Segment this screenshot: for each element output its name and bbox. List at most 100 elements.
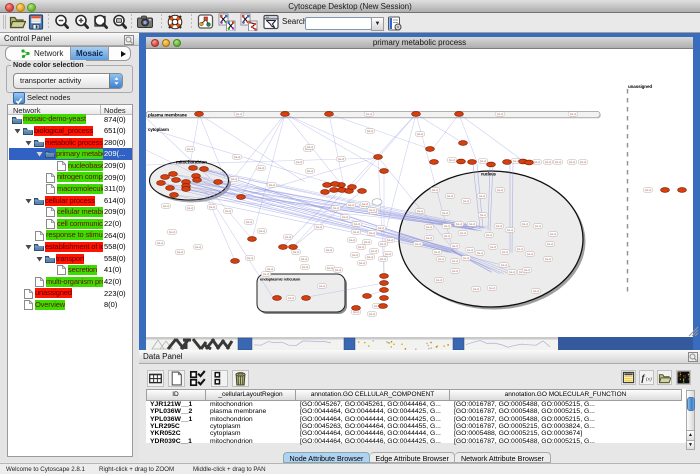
svg-text:(xx-x): (xx-x)	[369, 312, 376, 316]
svg-text:(xx-x): (xx-x)	[259, 229, 266, 233]
svg-text:(xx-x): (xx-x)	[480, 159, 487, 163]
svg-text:(xx-x): (xx-x)	[246, 220, 253, 224]
svg-text:mitochondrion: mitochondrion	[176, 160, 207, 165]
svg-text:(xx-x): (xx-x)	[234, 155, 241, 159]
svg-text:(xx-x): (xx-x)	[348, 203, 355, 207]
svg-text:(xx-x): (xx-x)	[319, 284, 326, 288]
svg-text:(xx-x): (xx-x)	[335, 268, 342, 272]
svg-text:(xx-x): (xx-x)	[187, 206, 194, 210]
svg-text:nucleus: nucleus	[481, 172, 497, 177]
svg-text:endoplasmic reticulum: endoplasmic reticulum	[260, 277, 301, 282]
svg-text:(xx-x): (xx-x)	[302, 265, 309, 269]
svg-text:(xx-x): (xx-x)	[477, 251, 484, 255]
svg-text:(xx-x): (xx-x)	[452, 244, 459, 248]
svg-text:(xx-x): (xx-x)	[533, 289, 540, 293]
svg-text:(xx-x): (xx-x)	[490, 245, 497, 249]
svg-text:(xx-x): (xx-x)	[486, 233, 493, 237]
svg-text:(xx-x): (xx-x)	[469, 222, 476, 226]
svg-text:(xx-x): (xx-x)	[524, 268, 531, 272]
svg-text:(xx-x): (xx-x)	[447, 194, 454, 198]
svg-text:(xx-x): (xx-x)	[247, 256, 254, 260]
svg-text:(xx-x): (xx-x)	[507, 228, 514, 232]
svg-text:(xx-x): (xx-x)	[288, 296, 295, 300]
svg-text:(xx-x): (xx-x)	[497, 188, 504, 192]
svg-text:(xx-x): (xx-x)	[296, 160, 303, 164]
svg-text:cytoplasm: cytoplasm	[148, 127, 169, 132]
svg-text:(xx-x): (xx-x)	[473, 287, 480, 291]
svg-text:(xx-x): (xx-x)	[285, 235, 292, 239]
svg-text:(xx-x): (xx-x)	[316, 225, 323, 229]
svg-text:(xx-x): (xx-x)	[371, 249, 378, 253]
svg-text:(xx-x): (xx-x)	[387, 238, 394, 242]
svg-text:(xx-x): (xx-x)	[463, 199, 470, 203]
svg-text:(xx-x): (xx-x)	[258, 166, 265, 170]
svg-text:(xx-x): (xx-x)	[436, 278, 443, 282]
svg-text:(xx-x): (xx-x)	[187, 147, 194, 151]
svg-text:(xx-x): (xx-x)	[359, 261, 366, 265]
svg-text:(xx-x): (xx-x)	[267, 267, 274, 271]
svg-text:(xx-x): (xx-x)	[293, 250, 300, 254]
svg-text:(xx-x): (xx-x)	[545, 257, 552, 261]
svg-text:(xx-x): (xx-x)	[522, 222, 529, 226]
svg-text:(xx-x): (xx-x)	[231, 177, 238, 181]
svg-text:(xx-x): (xx-x)	[501, 263, 508, 267]
svg-text:(xx-x): (xx-x)	[550, 232, 557, 236]
svg-text:(xx-x): (xx-x)	[444, 234, 451, 238]
svg-text:(xx-x): (xx-x)	[467, 248, 474, 252]
svg-text:(xx-x): (xx-x)	[417, 209, 424, 213]
svg-text:(xx-x): (xx-x)	[364, 240, 371, 244]
svg-text:(xx-x): (xx-x)	[438, 257, 445, 261]
svg-text:(xx-x): (xx-x)	[535, 224, 542, 228]
svg-text:(xx-x): (xx-x)	[385, 252, 392, 256]
svg-text:(xx-x): (xx-x)	[434, 250, 441, 254]
svg-text:(xx-x): (xx-x)	[479, 194, 486, 198]
svg-text:(xx-x): (xx-x)	[333, 206, 340, 210]
svg-text:(xx-x): (xx-x)	[426, 236, 433, 240]
svg-text:(xx-x): (xx-x)	[645, 188, 652, 192]
svg-text:(xx-x): (xx-x)	[163, 204, 170, 208]
svg-text:(xx-x): (xx-x)	[367, 129, 374, 133]
svg-text:(xx-x): (xx-x)	[378, 226, 385, 230]
svg-text:(xx-x): (xx-x)	[417, 132, 424, 136]
svg-text:(xx-x): (xx-x)	[352, 253, 359, 257]
svg-text:(xx-x): (xx-x)	[367, 255, 374, 259]
svg-text:(xx-x): (xx-x)	[177, 250, 184, 254]
svg-text:(xx-x): (xx-x)	[338, 157, 345, 161]
svg-text:(xx-x): (xx-x)	[570, 112, 577, 116]
svg-text:(xx-x): (xx-x)	[354, 222, 361, 226]
svg-text:plasma membrane: plasma membrane	[148, 112, 187, 117]
svg-text:(xx-x): (xx-x)	[497, 112, 504, 116]
svg-text:(xx-x): (xx-x)	[555, 160, 562, 164]
svg-text:(xx-x): (xx-x)	[527, 252, 534, 256]
svg-text:(xx-x): (xx-x)	[369, 231, 376, 235]
svg-text:(xx-x): (xx-x)	[301, 257, 308, 261]
svg-text:(xx-x): (xx-x)	[452, 269, 459, 273]
svg-text:(xx-x): (xx-x)	[502, 250, 509, 254]
svg-text:(xx-x): (xx-x)	[225, 209, 232, 213]
svg-text:(xx-x): (xx-x)	[349, 238, 356, 242]
svg-text:(xx-x): (xx-x)	[442, 211, 449, 215]
svg-text:(xx-x): (xx-x)	[209, 205, 216, 209]
svg-text:(xx-x): (xx-x)	[380, 257, 387, 261]
svg-text:(xx-x): (xx-x)	[366, 112, 373, 116]
svg-text:(xx-x): (xx-x)	[353, 230, 360, 234]
svg-text:(xx-x): (xx-x)	[353, 310, 360, 314]
svg-text:(xx-x): (xx-x)	[460, 231, 467, 235]
svg-text:(xx-x): (xx-x)	[157, 241, 164, 245]
svg-text:(xx-x): (xx-x)	[496, 224, 503, 228]
svg-text:(xx-x): (xx-x)	[534, 160, 541, 164]
svg-text:(xx-x): (xx-x)	[509, 270, 516, 274]
svg-text:(xx-x): (xx-x)	[545, 160, 552, 164]
svg-text:(xx-x): (xx-x)	[456, 222, 463, 226]
svg-text:(xx-x): (xx-x)	[236, 112, 243, 116]
svg-text:(xx-x): (xx-x)	[362, 202, 369, 206]
svg-text:(xx-x): (xx-x)	[307, 145, 314, 149]
svg-text:(xx-x): (xx-x)	[195, 245, 202, 249]
svg-text:(xx-x): (xx-x)	[269, 183, 276, 187]
svg-text:(xx-x): (xx-x)	[489, 286, 496, 290]
svg-text:(xx-x): (xx-x)	[444, 224, 451, 228]
svg-text:(xx-x): (xx-x)	[326, 248, 333, 252]
svg-text:(xx-x): (xx-x)	[517, 247, 524, 251]
svg-text:(xx-x): (xx-x)	[369, 208, 376, 212]
svg-text:(xx-x): (xx-x)	[426, 225, 433, 229]
